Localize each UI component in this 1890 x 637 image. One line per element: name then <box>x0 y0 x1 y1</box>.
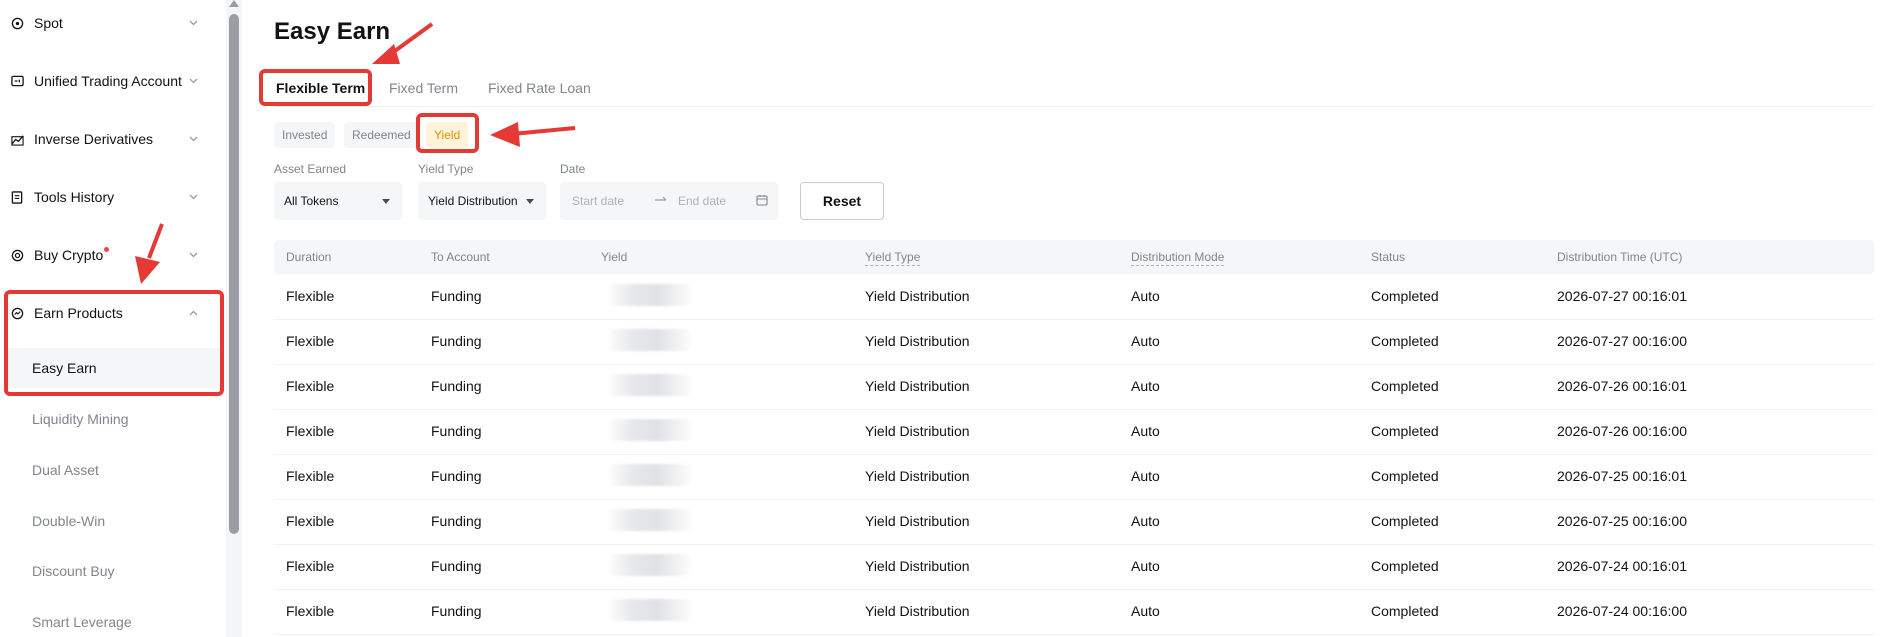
annotation-arrow-icon <box>372 22 434 64</box>
annotation-arrows <box>135 22 576 284</box>
annotation-arrow-icon <box>490 122 576 147</box>
annotation-arrow-icon <box>135 223 164 284</box>
